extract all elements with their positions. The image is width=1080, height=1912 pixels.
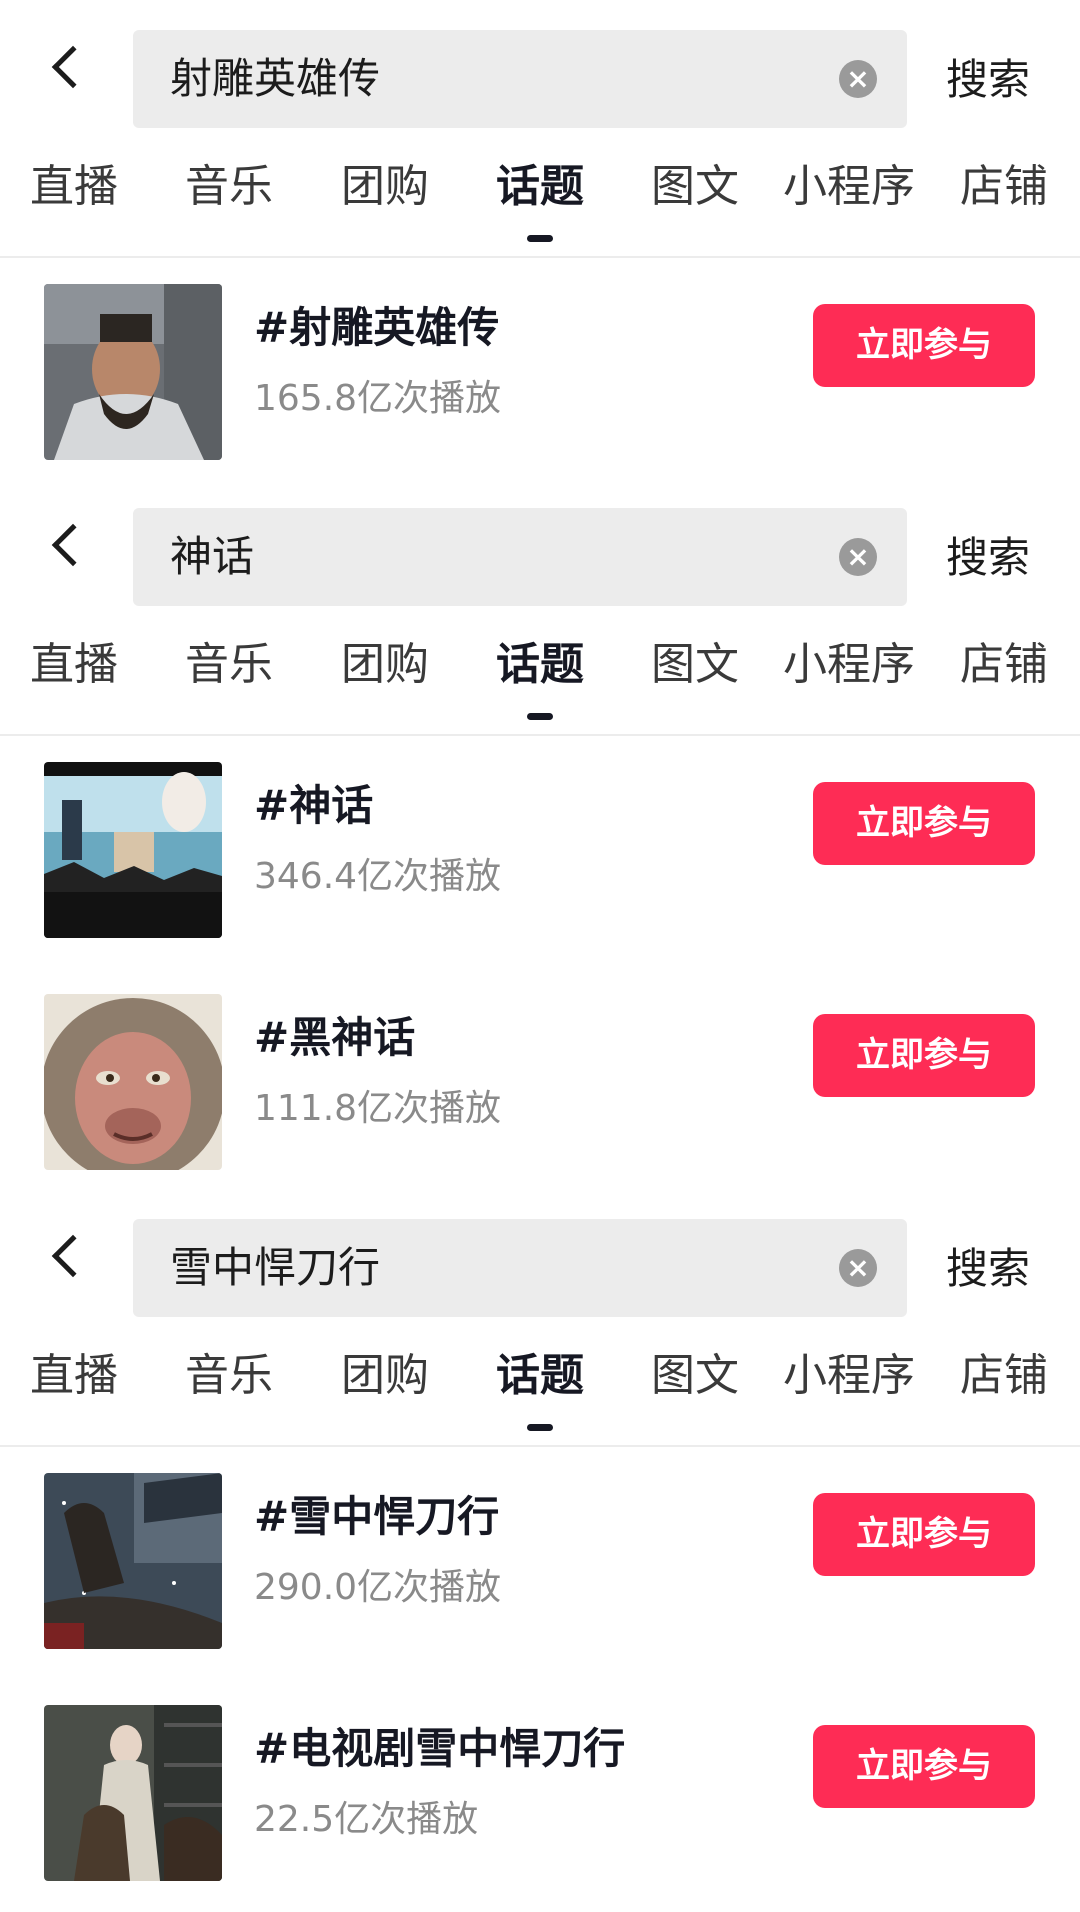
active-tab-indicator (527, 235, 553, 242)
topic-play-count: 290.0亿次播放 (254, 1567, 502, 1608)
search-input[interactable]: 神话 × (133, 508, 907, 606)
join-button[interactable]: 立即参与 (813, 782, 1035, 865)
back-button[interactable] (30, 1219, 110, 1299)
tab-group-buy[interactable]: 团购 (341, 1324, 429, 1428)
search-screen-1: 射雕英雄传 × 搜索 直播 音乐 团购 话题 图文 小程序 店铺 #射雕英雄传 … (0, 0, 1080, 490)
chevron-left-icon (51, 45, 95, 89)
topic-row[interactable]: #神话 346.4亿次播放 立即参与 (0, 736, 1080, 968)
tab-bar: 直播 音乐 团购 话题 图文 小程序 店铺 (0, 613, 1080, 736)
clear-icon[interactable]: × (839, 538, 877, 576)
tab-live[interactable]: 直播 (30, 135, 118, 239)
tab-stores[interactable]: 店铺 (960, 1324, 1048, 1428)
search-input[interactable]: 射雕英雄传 × (133, 30, 907, 128)
tab-music[interactable]: 音乐 (185, 135, 273, 239)
tab-group-buy[interactable]: 团购 (341, 135, 429, 239)
tab-mini-program[interactable]: 小程序 (783, 135, 915, 239)
tab-topics[interactable]: 话题 (496, 135, 584, 239)
tab-image-text[interactable]: 图文 (651, 613, 739, 717)
tab-image-text[interactable]: 图文 (651, 135, 739, 239)
active-tab-indicator (527, 713, 553, 720)
search-screen-3: 雪中悍刀行 × 搜索 直播 音乐 团购 话题 图文 小程序 店铺 #雪中悍刀行 (0, 1189, 1080, 1911)
topic-play-count: 111.8亿次播放 (254, 1088, 502, 1129)
tab-mini-program[interactable]: 小程序 (783, 1324, 915, 1428)
clear-icon[interactable]: × (839, 1249, 877, 1287)
topic-thumbnail (44, 994, 222, 1170)
join-button[interactable]: 立即参与 (813, 1493, 1035, 1576)
tab-stores[interactable]: 店铺 (960, 613, 1048, 717)
topic-thumbnail (44, 762, 222, 938)
topic-title: #神话 (254, 781, 374, 830)
search-bar: 神话 × 搜索 (0, 478, 1080, 613)
tab-image-text[interactable]: 图文 (651, 1324, 739, 1428)
tab-live[interactable]: 直播 (30, 613, 118, 717)
topic-row[interactable]: #雪中悍刀行 290.0亿次播放 立即参与 (0, 1447, 1080, 1679)
join-button[interactable]: 立即参与 (813, 1014, 1035, 1097)
tab-bar: 直播 音乐 团购 话题 图文 小程序 店铺 (0, 135, 1080, 258)
tab-bar: 直播 音乐 团购 话题 图文 小程序 店铺 (0, 1324, 1080, 1447)
topic-row[interactable]: #射雕英雄传 165.8亿次播放 立即参与 (0, 258, 1080, 490)
topic-thumbnail (44, 284, 222, 460)
search-bar: 射雕英雄传 × 搜索 (0, 0, 1080, 135)
tab-topics[interactable]: 话题 (496, 613, 584, 717)
topic-play-count: 346.4亿次播放 (254, 856, 502, 897)
topic-title: #雪中悍刀行 (254, 1492, 500, 1541)
search-bar: 雪中悍刀行 × 搜索 (0, 1189, 1080, 1324)
active-tab-indicator (527, 1424, 553, 1431)
join-button[interactable]: 立即参与 (813, 1725, 1035, 1808)
tab-music[interactable]: 音乐 (185, 613, 273, 717)
chevron-left-icon (51, 1234, 95, 1278)
tab-live[interactable]: 直播 (30, 1324, 118, 1428)
tab-topics[interactable]: 话题 (496, 1324, 584, 1428)
search-query: 射雕英雄传 (170, 54, 381, 103)
topic-title: #黑神话 (254, 1013, 416, 1062)
topic-row[interactable]: #黑神话 111.8亿次播放 立即参与 (0, 968, 1080, 1200)
search-input[interactable]: 雪中悍刀行 × (133, 1219, 907, 1317)
chevron-left-icon (51, 523, 95, 567)
join-button[interactable]: 立即参与 (813, 304, 1035, 387)
topic-thumbnail (44, 1473, 222, 1649)
topic-title: #电视剧雪中悍刀行 (254, 1724, 626, 1773)
back-button[interactable] (30, 508, 110, 588)
tab-music[interactable]: 音乐 (185, 1324, 273, 1428)
topic-thumbnail (44, 1705, 222, 1881)
search-query: 雪中悍刀行 (170, 1243, 381, 1292)
back-button[interactable] (30, 30, 110, 110)
clear-icon[interactable]: × (839, 60, 877, 98)
topic-title: #射雕英雄传 (254, 303, 500, 352)
tab-group-buy[interactable]: 团购 (341, 613, 429, 717)
tab-mini-program[interactable]: 小程序 (783, 613, 915, 717)
topic-play-count: 165.8亿次播放 (254, 378, 502, 419)
search-screen-2: 神话 × 搜索 直播 音乐 团购 话题 图文 小程序 店铺 #神话 346.4亿… (0, 478, 1080, 1200)
topic-play-count: 22.5亿次播放 (254, 1799, 479, 1840)
topic-row[interactable]: #电视剧雪中悍刀行 22.5亿次播放 立即参与 (0, 1679, 1080, 1911)
tab-stores[interactable]: 店铺 (960, 135, 1048, 239)
search-query: 神话 (170, 532, 255, 581)
